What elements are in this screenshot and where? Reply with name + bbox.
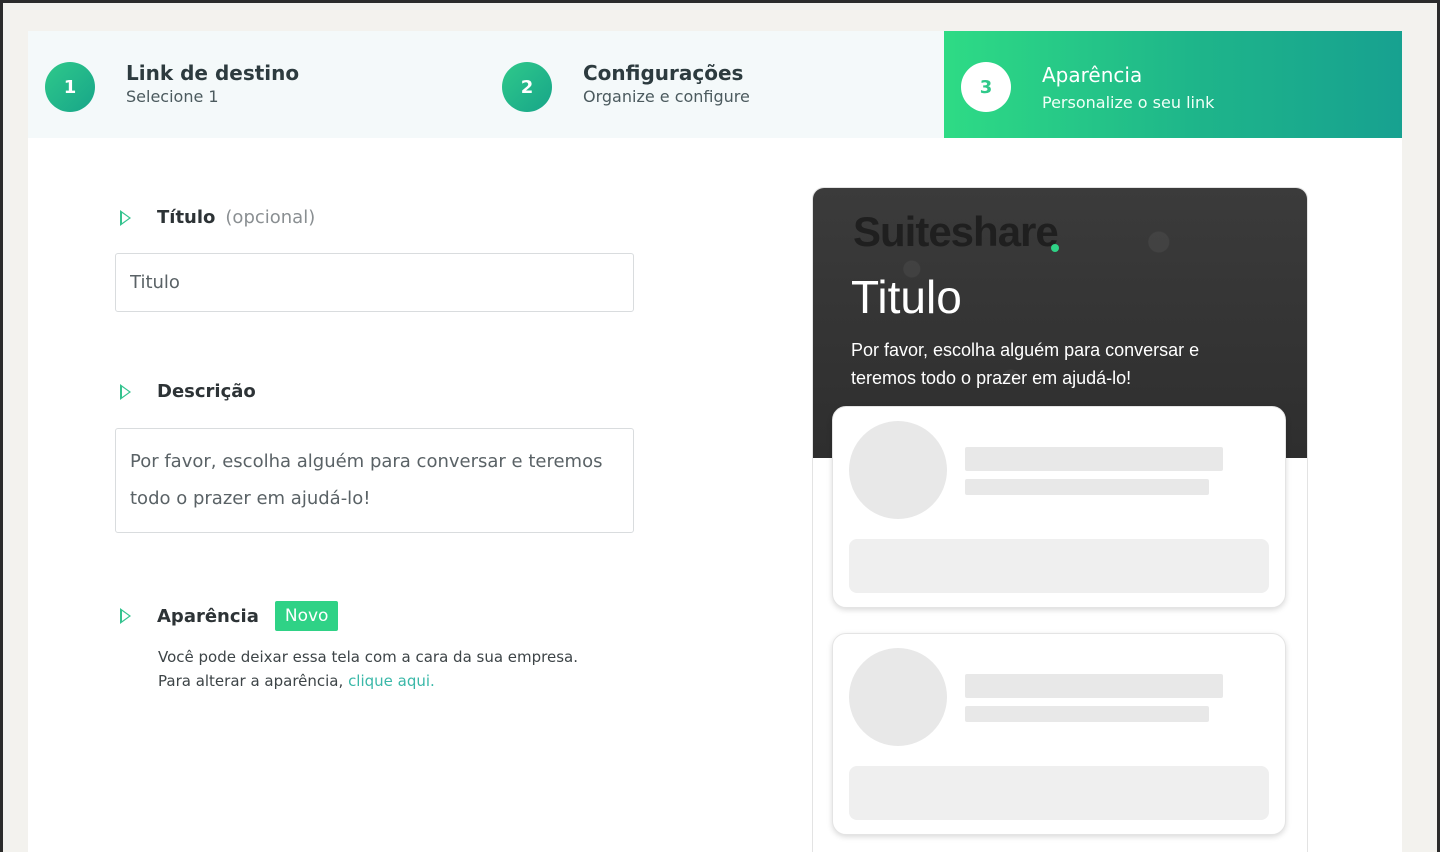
step-3-subtitle: Personalize o seu link [1042,93,1215,112]
preview-logo: Suiteshare [853,208,1059,255]
step-1-subtitle: Selecione 1 [126,87,219,106]
description-textarea[interactable]: Por favor, escolha alguém para conversar… [115,428,634,533]
appearance-section-header: Aparência Novo [120,601,339,631]
link-preview: Suiteshare Titulo Por favor, escolha alg… [812,187,1308,852]
step-2-number: 2 [502,62,552,112]
stepper: 1 Link de destino Selecione 1 2 Configur… [28,31,1402,138]
new-badge: Novo [274,601,339,631]
appearance-help-text: Para alterar a aparência, [158,672,344,690]
step-1-number: 1 [45,62,95,112]
title-section-header: Título (opcional) [120,207,315,228]
description-section-header: Descrição [120,381,256,402]
placeholder-button [849,766,1269,820]
appearance-link[interactable]: clique aqui. [348,672,435,690]
appearance-help: Você pode deixar essa tela com a cara da… [158,645,578,693]
logo-dot-icon [1051,244,1059,252]
placeholder-avatar [849,421,947,519]
play-arrow-icon [120,209,131,226]
placeholder-line [965,447,1223,471]
play-arrow-icon [120,383,131,400]
appearance-label: Aparência [157,605,259,627]
placeholder-button [849,539,1269,593]
placeholder-card [832,633,1286,835]
appearance-help-line-1: Você pode deixar essa tela com a cara da… [158,648,579,666]
placeholder-line [965,479,1209,495]
placeholder-avatar [849,648,947,746]
step-2[interactable]: 2 Configurações Organize e configure [486,31,944,138]
step-2-title: Configurações [583,61,744,85]
preview-description: Por favor, escolha alguém para conversar… [851,340,1200,388]
placeholder-line [965,706,1209,722]
play-arrow-icon [120,608,131,624]
step-3-number: 3 [961,62,1011,112]
placeholder-card [832,406,1286,608]
placeholder-line [965,674,1223,698]
app-window: 1 Link de destino Selecione 1 2 Configur… [3,3,1437,852]
step-2-subtitle: Organize e configure [583,87,750,106]
preview-title: Titulo [851,271,962,323]
wizard-card: 1 Link de destino Selecione 1 2 Configur… [28,31,1402,852]
step-3[interactable]: 3 Aparência Personalize o seu link [944,31,1402,138]
step-1-title: Link de destino [126,61,300,85]
description-label: Descrição [157,381,256,402]
title-optional-hint: (opcional) [225,207,316,228]
step-1[interactable]: 1 Link de destino Selecione 1 [28,31,486,138]
appearance-help-line-2: Para alterar a aparência, clique aqui. [158,669,578,693]
title-label: Título [157,207,216,228]
title-input[interactable] [115,253,634,312]
step-3-title: Aparência [1042,63,1143,87]
